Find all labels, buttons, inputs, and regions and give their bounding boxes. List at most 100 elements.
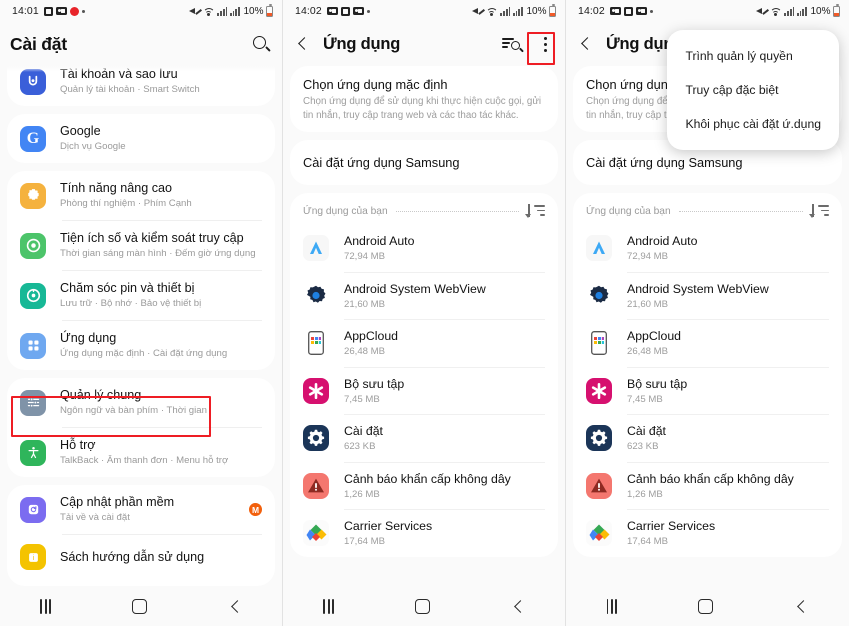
battery-percent: 10% (243, 5, 264, 17)
status-time: 14:02 (295, 5, 322, 17)
status-system-icons: 10% (472, 3, 556, 17)
kebab-menu-icon[interactable] (535, 33, 555, 55)
settings-item-subtitle: Tải về và cài đặt (60, 512, 130, 523)
recents-icon[interactable] (40, 598, 51, 614)
phone-panel-settings: 14:01 10% Cài đặt Tài khoản và sao lưu Q… (0, 0, 283, 626)
camera-icon (609, 7, 621, 15)
app-name: Bộ sưu tập (344, 376, 405, 391)
default-apps-block[interactable]: Chọn ứng dụng mặc định Chọn ứng dụng để … (290, 66, 558, 132)
phone-panel-apps: 14:02 10% Ứng dụng Chọn ứng dụng mặc địn… (283, 0, 566, 626)
dot-icon (649, 9, 653, 13)
dotted-divider (395, 210, 519, 212)
menu-item-special-access[interactable]: Truy cập đặc biệt (667, 73, 839, 107)
appcloud-icon (586, 330, 612, 356)
list-item[interactable]: AppCloud 26,48 MB (573, 320, 842, 367)
list-item[interactable]: Bộ sưu tập 7,45 MB (290, 368, 558, 415)
settings-item-title: Google (60, 124, 101, 138)
settings-item-title: Sách hướng dẫn sử dụng (60, 550, 205, 564)
your-apps-header: Ứng dụng của bạn (290, 193, 558, 225)
mute-icon (472, 6, 483, 17)
back-arrow-icon[interactable] (576, 34, 596, 54)
status-system-icons: 10% (189, 3, 273, 17)
settings-scroll-body[interactable]: Tài khoản và sao lưu Quản lý tài khoản ·… (0, 66, 282, 586)
home-icon[interactable] (698, 598, 714, 614)
back-icon[interactable] (228, 599, 242, 613)
signal-icon-2 (229, 6, 240, 16)
app-size: 26,48 MB (344, 346, 386, 357)
sidebar-item-apps[interactable]: Ứng dụng Ứng dụng mặc định · Cài đặt ứng… (7, 321, 275, 370)
app-size: 7,45 MB (344, 393, 380, 405)
wifi-icon (202, 6, 215, 16)
settings-app-icon (586, 425, 612, 452)
search-icon[interactable] (250, 33, 272, 55)
google-icon: G (20, 125, 46, 152)
battery-icon (266, 3, 273, 17)
back-arrow-icon[interactable] (293, 34, 313, 54)
webview-icon (303, 283, 329, 309)
list-item[interactable]: Bộ sưu tập 7,45 MB (573, 368, 842, 415)
status-bar: 14:01 10% (0, 0, 282, 22)
sidebar-item-accessibility[interactable]: Hỗ trợ TalkBack · Âm thanh đơn · Menu hỗ… (7, 428, 275, 477)
signal-icon-1 (500, 6, 511, 16)
home-icon[interactable] (131, 598, 147, 614)
list-item[interactable]: Cài đặt 623 KB (290, 415, 558, 462)
menu-item-permission-manager[interactable]: Trình quản lý quyền (667, 39, 839, 73)
list-item[interactable]: Android System WebView 21,60 MB (290, 273, 558, 320)
navigation-bar (566, 586, 849, 626)
list-item[interactable]: Cảnh báo khẩn cấp không dây 1,26 MB (573, 463, 842, 510)
screenshot-icon (623, 6, 633, 16)
emergency-alert-icon (303, 472, 329, 499)
status-notification-icons (326, 6, 370, 16)
general-management-icon (20, 389, 46, 416)
list-item[interactable]: Android System WebView 21,60 MB (573, 273, 842, 320)
signal-icon-1 (217, 6, 228, 16)
status-time: 14:02 (578, 5, 605, 17)
list-item[interactable]: Android Auto 72,94 MB (573, 225, 842, 272)
sidebar-item-user-manual[interactable]: i Sách hướng dẫn sử dụng (7, 535, 275, 586)
list-item[interactable]: Android Auto 72,94 MB (290, 225, 558, 272)
status-system-icons: 10% (756, 3, 840, 17)
dotted-divider (678, 210, 803, 212)
sort-icon[interactable] (525, 203, 545, 219)
samsung-app-settings-block[interactable]: Cài đặt ứng dụng Samsung (290, 140, 558, 185)
home-icon[interactable] (414, 598, 430, 614)
sidebar-item-software-update[interactable]: Cập nhật phần mềm Tải về và cài đặt M (7, 485, 275, 534)
sidebar-item-general-management[interactable]: Quản lý chung Ngôn ngữ và bàn phím · Thờ… (7, 378, 275, 427)
list-item[interactable]: Cảnh báo khẩn cấp không dây 1,26 MB (290, 463, 558, 510)
sort-icon[interactable] (809, 203, 829, 219)
back-icon[interactable] (511, 599, 525, 613)
back-icon[interactable] (794, 599, 808, 613)
block-title: Cài đặt ứng dụng Samsung (586, 155, 743, 170)
list-item[interactable]: AppCloud 26,48 MB (290, 320, 558, 367)
settings-item-title: Ứng dụng (60, 331, 117, 345)
settings-card-accounts: Tài khoản và sao lưu Quản lý tài khoản ·… (7, 66, 275, 106)
dot-icon (81, 9, 85, 13)
menu-item-reset-app-preferences[interactable]: Khôi phục cài đặt ứ.dụng (667, 107, 839, 141)
sidebar-item-device-care[interactable]: Chăm sóc pin và thiết bị Lưu trữ · Bộ nh… (7, 271, 275, 320)
app-size: 623 KB (344, 441, 376, 452)
android-auto-icon (586, 235, 612, 262)
search-list-icon[interactable] (501, 33, 525, 55)
list-item[interactable]: Carrier Services 17,64 MB (290, 510, 558, 557)
camera-icon (55, 7, 67, 15)
recents-icon[interactable] (323, 598, 334, 614)
app-size: 72,94 MB (344, 251, 386, 262)
collection-icon (586, 377, 612, 404)
list-item[interactable]: Cài đặt 623 KB (573, 415, 842, 462)
sidebar-item-advanced-features[interactable]: Tính năng nâng cao Phòng thí nghiệm · Ph… (7, 171, 275, 220)
apps-scroll-body[interactable]: Chọn ứng dụng mặc định Chọn ứng dụng để … (283, 66, 565, 586)
list-item[interactable]: Carrier Services 17,64 MB (573, 510, 842, 557)
sidebar-item-accounts[interactable]: Tài khoản và sao lưu Quản lý tài khoản ·… (7, 66, 275, 106)
sidebar-item-digital-wellbeing[interactable]: Tiện ích số và kiểm soát truy cập Thời g… (7, 221, 275, 270)
software-update-icon (20, 496, 46, 523)
recents-icon[interactable] (606, 598, 617, 614)
gallery-icon (635, 7, 647, 15)
app-name: AppCloud (627, 329, 682, 343)
settings-card-features: Tính năng nâng cao Phòng thí nghiệm · Ph… (7, 171, 275, 370)
your-apps-card: Ứng dụng của bạn Android Auto 72,94 MB A… (290, 193, 558, 557)
app-name: AppCloud (344, 329, 399, 343)
sidebar-item-google[interactable]: G Google Dịch vụ Google (7, 114, 275, 163)
block-title: Cài đặt ứng dụng Samsung (303, 155, 460, 170)
signal-icon-2 (796, 6, 807, 16)
android-auto-icon (303, 235, 329, 262)
